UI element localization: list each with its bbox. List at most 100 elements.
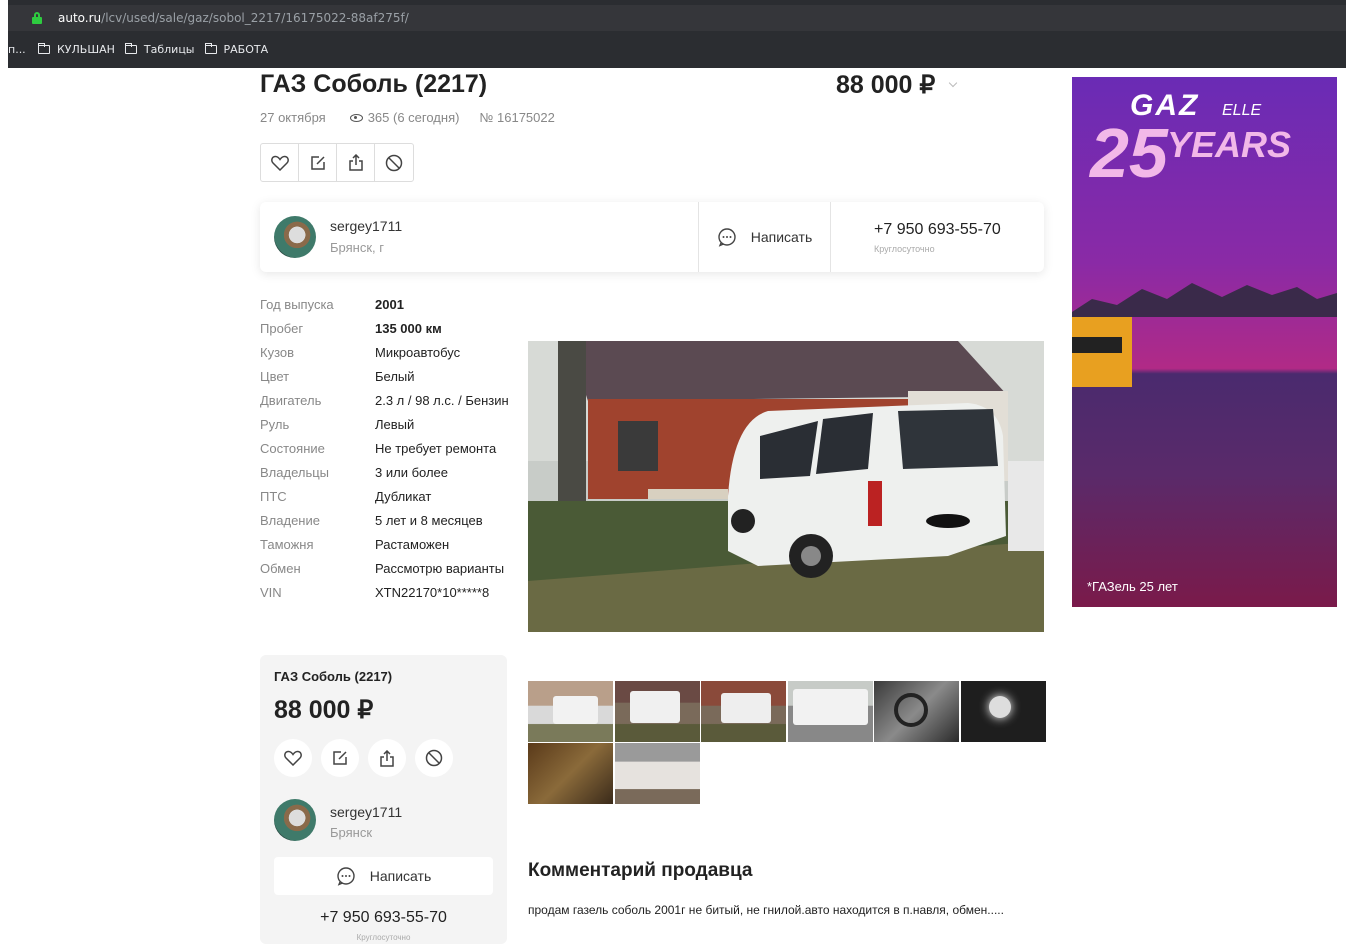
phone-note: Круглосуточно bbox=[356, 933, 411, 942]
ad-caption: *ГАЗель 25 лет bbox=[1087, 579, 1178, 594]
thumbnail[interactable] bbox=[874, 681, 959, 742]
seller-name[interactable]: sergey1711 bbox=[330, 804, 402, 820]
bookmarks-bar: п... КУЛЬШАН Таблицы РАБОТА bbox=[8, 36, 1346, 62]
block-button[interactable] bbox=[375, 144, 413, 181]
spec-label: Владение bbox=[260, 513, 320, 528]
edit-icon bbox=[310, 155, 325, 170]
spec-value: Не требует ремонта bbox=[375, 441, 497, 456]
spec-row: Пробег 135 000 км bbox=[260, 320, 520, 337]
spec-value: 2001 bbox=[375, 297, 404, 312]
card-price: 88 000 ₽ bbox=[274, 696, 374, 724]
chevron-down-icon[interactable] bbox=[948, 78, 958, 88]
thumbnail[interactable] bbox=[528, 681, 613, 742]
spec-label: ПТС bbox=[260, 489, 287, 504]
url-text[interactable]: auto.ru/lcv/used/sale/gaz/sobol_2217/161… bbox=[58, 11, 409, 25]
spec-row: Обмен Рассмотрю варианты bbox=[260, 560, 520, 577]
spec-label: Кузов bbox=[260, 345, 295, 360]
spec-value: Рассмотрю варианты bbox=[375, 561, 505, 576]
note-button[interactable] bbox=[321, 739, 359, 777]
spec-label: Руль bbox=[260, 417, 290, 432]
ad-artwork: GAZ ELLE 25 YEARS bbox=[1072, 89, 1337, 387]
eye-icon bbox=[349, 113, 363, 122]
phone-number[interactable]: +7 950 693-55-70 bbox=[260, 909, 507, 927]
thumbnail[interactable] bbox=[788, 681, 873, 742]
spec-value: 135 000 км bbox=[375, 321, 442, 336]
listing-date: 27 октября bbox=[260, 110, 326, 125]
avatar[interactable] bbox=[274, 799, 316, 841]
listing-meta: 27 октября 365 (6 сегодня) № 16175022 bbox=[260, 110, 555, 125]
svg-text:25: 25 bbox=[1088, 114, 1169, 192]
write-button[interactable]: Написать bbox=[698, 202, 831, 272]
folder-icon bbox=[204, 42, 217, 54]
spec-label: Цвет bbox=[260, 369, 290, 384]
thumbnail[interactable] bbox=[615, 743, 700, 804]
card-actions bbox=[274, 739, 462, 777]
spec-row: Таможня Растаможен bbox=[260, 536, 520, 553]
write-button[interactable]: Написать bbox=[274, 857, 493, 895]
block-icon bbox=[385, 154, 403, 171]
thumbnail[interactable] bbox=[528, 743, 613, 804]
bookmark-work[interactable]: РАБОТА bbox=[204, 42, 268, 56]
avatar[interactable] bbox=[274, 216, 316, 258]
seller-city: Брянск bbox=[330, 825, 373, 840]
share-icon bbox=[380, 749, 394, 767]
spec-value: Микроавтобус bbox=[375, 345, 461, 360]
views-count: 365 (6 сегодня) bbox=[367, 110, 460, 125]
card-title: ГАЗ Соболь (2217) bbox=[274, 669, 393, 684]
share-button[interactable] bbox=[368, 739, 406, 777]
spec-row: Владение 5 лет и 8 месяцев bbox=[260, 512, 520, 529]
favorite-button[interactable] bbox=[261, 144, 299, 181]
svg-text:YEARS: YEARS bbox=[1167, 124, 1291, 165]
phone-note: Круглосуточно bbox=[874, 244, 935, 254]
main-photo[interactable] bbox=[528, 341, 1044, 632]
browser-chrome: auto.ru/lcv/used/sale/gaz/sobol_2217/161… bbox=[0, 0, 1346, 68]
spec-row: VIN XTN22170*10*****8 bbox=[260, 584, 520, 601]
thumbnail[interactable] bbox=[615, 681, 700, 742]
seller-name[interactable]: sergey1711 bbox=[330, 218, 402, 234]
spec-row: Владельцы 3 или более bbox=[260, 464, 520, 481]
heart-icon bbox=[284, 750, 302, 766]
write-label: Написать bbox=[750, 229, 813, 245]
seller-card: sergey1711 Брянск, г Написать +7 950 693… bbox=[260, 202, 1044, 272]
action-bar bbox=[260, 143, 414, 182]
thumbnail[interactable] bbox=[701, 681, 786, 742]
spec-row: Двигатель 2.3 л / 98 л.с. / Бензин bbox=[260, 392, 520, 409]
share-button[interactable] bbox=[337, 144, 375, 181]
phone-number[interactable]: +7 950 693-55-70 bbox=[874, 221, 1001, 239]
spec-label: Владельцы bbox=[260, 465, 330, 480]
heart-icon bbox=[270, 155, 289, 171]
folder-icon bbox=[38, 42, 50, 54]
share-icon bbox=[348, 154, 363, 171]
spec-value: 5 лет и 8 месяцев bbox=[375, 513, 483, 528]
ad-banner[interactable]: GAZ ELLE 25 YEARS *ГАЗель 25 лет bbox=[1072, 77, 1337, 607]
note-button[interactable] bbox=[299, 144, 337, 181]
spec-label: Обмен bbox=[260, 561, 301, 576]
block-icon bbox=[425, 749, 443, 767]
spec-row: Цвет Белый bbox=[260, 368, 520, 385]
bookmark-kulshan[interactable]: КУЛЬШАН bbox=[38, 42, 115, 56]
svg-text:ELLE: ELLE bbox=[1222, 102, 1261, 119]
left-edge bbox=[0, 0, 8, 68]
spec-value: XTN22170*10*****8 bbox=[375, 585, 490, 600]
van-photo bbox=[528, 341, 1044, 632]
spec-row: Кузов Микроавтобус bbox=[260, 344, 520, 361]
price[interactable]: 88 000 ₽ bbox=[836, 70, 935, 100]
spec-label: Таможня bbox=[260, 537, 314, 552]
comment-text: продам газель соболь 2001г не битый, не … bbox=[528, 903, 1004, 917]
spec-value: Левый bbox=[375, 417, 415, 432]
thumbnail[interactable] bbox=[961, 681, 1046, 742]
bookmark-truncated[interactable]: п... bbox=[8, 43, 28, 56]
block-button[interactable] bbox=[415, 739, 453, 777]
spec-row: ПТС Дубликат bbox=[260, 488, 520, 505]
edit-icon bbox=[333, 751, 347, 765]
spec-label: Состояние bbox=[260, 441, 325, 456]
spec-value: Растаможен bbox=[375, 537, 450, 552]
spec-value: Белый bbox=[375, 369, 415, 384]
address-bar[interactable]: auto.ru/lcv/used/sale/gaz/sobol_2217/161… bbox=[8, 5, 1346, 31]
favorite-button[interactable] bbox=[274, 739, 312, 777]
spec-row: Руль Левый bbox=[260, 416, 520, 433]
spec-label: Год выпуска bbox=[260, 297, 334, 312]
comment-heading: Комментарий продавца bbox=[528, 860, 753, 881]
spec-row: Состояние Не требует ремонта bbox=[260, 440, 520, 457]
bookmark-tables[interactable]: Таблицы bbox=[124, 42, 195, 56]
